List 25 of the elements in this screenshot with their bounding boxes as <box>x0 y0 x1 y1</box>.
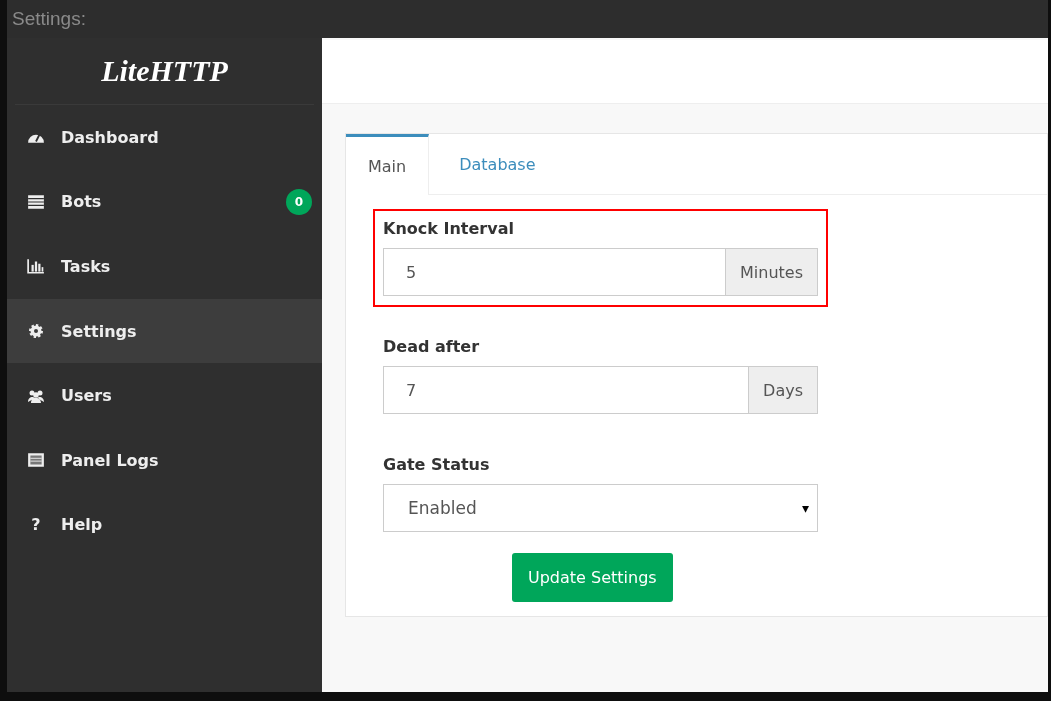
window-title: Settings: <box>11 8 86 30</box>
tab[interactable]: Database <box>429 134 566 195</box>
field-label: Knock Interval <box>383 219 515 238</box>
sidebar-item[interactable]: ? Help <box>7 492 322 558</box>
field-label: Gate Status <box>383 455 491 474</box>
sidebar-item[interactable]: Panel Logs <box>7 427 322 493</box>
log-icon <box>27 452 45 469</box>
unit-addon: Days <box>749 366 818 414</box>
count-badge: 0 <box>286 188 312 215</box>
field-label: Dead after <box>383 337 481 356</box>
help-icon: ? <box>27 515 45 535</box>
tab[interactable]: Main <box>346 134 430 195</box>
sidebar-item[interactable]: Bots 0 <box>7 169 322 235</box>
settings-icon <box>27 323 45 340</box>
sidebar-item[interactable]: Tasks <box>7 234 322 299</box>
unit-addon: Minutes <box>726 248 818 296</box>
sidebar-item[interactable]: Dashboard <box>7 105 322 170</box>
bar-chart-icon <box>27 258 45 275</box>
sidebar-item[interactable]: Settings <box>7 298 322 364</box>
sidebar-item[interactable]: Users <box>7 363 322 428</box>
list-icon <box>27 193 45 210</box>
input-field[interactable]: 7 <box>383 366 750 414</box>
input-field[interactable]: 5 <box>383 248 726 296</box>
select-field[interactable]: Enabled ▾ <box>383 484 818 532</box>
logo: LiteHTTP <box>101 54 228 88</box>
